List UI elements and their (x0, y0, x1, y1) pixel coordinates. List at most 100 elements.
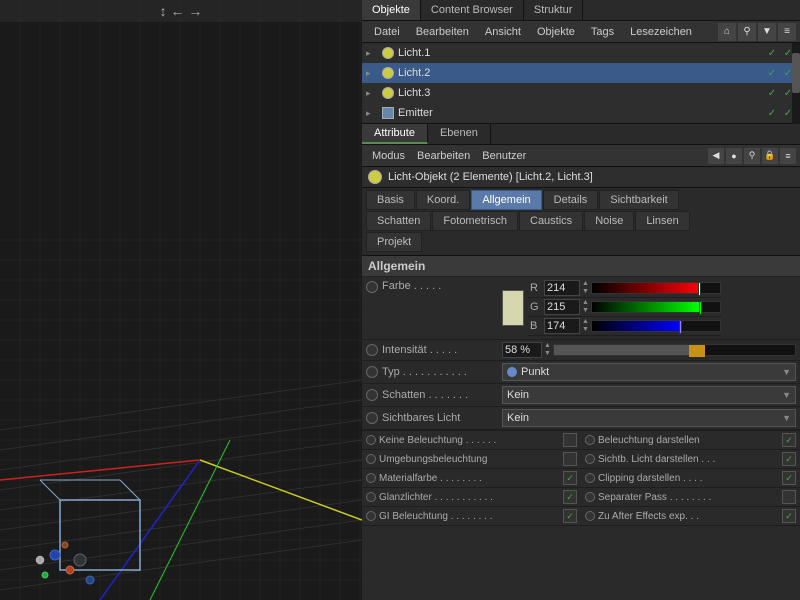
attr-icon-back[interactable]: ◀ (708, 148, 724, 164)
menu-lesezeichen[interactable]: Lesezeichen (622, 25, 700, 39)
obj-check-1[interactable]: ✓ (764, 45, 780, 61)
cb-check-2[interactable] (563, 452, 577, 466)
cb-check-1[interactable]: ✓ (782, 433, 796, 447)
cb-dot-2 (366, 454, 376, 464)
g-down-arrow[interactable]: ▼ (582, 307, 589, 315)
prop-tab-linsen[interactable]: Linsen (635, 211, 689, 231)
expand-icon-2: ▸ (366, 68, 378, 79)
prop-tab-allgemein[interactable]: Allgemein (471, 190, 541, 210)
b-up-arrow[interactable]: ▲ (582, 318, 589, 326)
schatten-dropdown[interactable]: Kein ▼ (502, 386, 796, 404)
r-down-arrow[interactable]: ▼ (582, 288, 589, 296)
cb-check-4[interactable]: ✓ (563, 471, 577, 485)
object-row-licht3[interactable]: ▸ Licht.3 ✓ ✓ (362, 83, 800, 103)
g-up-arrow[interactable]: ▲ (582, 299, 589, 307)
menu-tags[interactable]: Tags (583, 25, 622, 39)
b-input[interactable] (544, 318, 580, 334)
cb-dot-4 (366, 473, 376, 483)
scrollbar-thumb-objects[interactable] (792, 53, 800, 93)
menu-objekte[interactable]: Objekte (529, 25, 583, 39)
b-down-arrow[interactable]: ▼ (582, 326, 589, 334)
checkbox-clipping: Clipping darstellen . . . . ✓ (581, 469, 800, 488)
checkbox-beleuchtung-darstellen: Beleuchtung darstellen ✓ (581, 431, 800, 450)
attr-icon-menu[interactable]: ≡ (780, 148, 796, 164)
tab-objekte[interactable]: Objekte (362, 0, 421, 20)
cb-check-7[interactable] (782, 490, 796, 504)
cb-check-9[interactable]: ✓ (782, 509, 796, 523)
obj-check-3[interactable]: ✓ (764, 85, 780, 101)
intensity-down[interactable]: ▼ (544, 350, 551, 358)
attr-bearbeiten[interactable]: Bearbeiten (411, 149, 476, 163)
light-header: Licht-Objekt (2 Elemente) [Licht.2, Lich… (362, 167, 800, 188)
intensity-input[interactable] (502, 342, 542, 358)
menu-icon-filter[interactable]: ▼ (758, 23, 776, 41)
object-row-licht2[interactable]: ▸ Licht.2 ✓ ✓ (362, 63, 800, 83)
tab-attribute[interactable]: Attribute (362, 124, 428, 144)
prop-tab-details[interactable]: Details (543, 190, 599, 210)
attr-benutzer[interactable]: Benutzer (476, 149, 532, 163)
rgb-b-row: B ▲ ▼ (528, 317, 721, 336)
sichtbares-licht-dropdown[interactable]: Kein ▼ (502, 409, 796, 427)
farbe-row: Farbe . . . . . R ▲ (362, 277, 800, 340)
cb-dot-0 (366, 435, 376, 445)
r-slider[interactable] (591, 282, 721, 294)
intensity-slider[interactable] (553, 344, 796, 356)
schatten-label: Schatten . . . . . . . (382, 389, 502, 401)
obj-check-emitter[interactable]: ✓ (764, 105, 780, 121)
intensity-row: Intensität . . . . . ▲ ▼ (362, 340, 800, 361)
tab-ebenen[interactable]: Ebenen (428, 124, 491, 144)
color-swatch[interactable] (502, 290, 524, 326)
cb-check-8[interactable]: ✓ (563, 509, 577, 523)
rgb-r-row: R ▲ ▼ (528, 279, 721, 298)
checkbox-section: Keine Beleuchtung . . . . . . Beleuchtun… (362, 430, 800, 526)
viewport[interactable]: ↕ ← → (0, 0, 362, 600)
cb-check-6[interactable]: ✓ (563, 490, 577, 504)
menu-datei[interactable]: Datei (366, 25, 408, 39)
menu-bearbeiten[interactable]: Bearbeiten (408, 25, 477, 39)
attr-icon-record[interactable]: ● (726, 148, 742, 164)
prop-tab-basis[interactable]: Basis (366, 190, 415, 210)
g-input[interactable] (544, 299, 580, 315)
viewport-nav[interactable]: ↕ ← → (160, 3, 203, 19)
attribute-tabs: Attribute Ebenen (362, 124, 800, 145)
menu-icon-home[interactable]: ⌂ (718, 23, 736, 41)
menu-ansicht[interactable]: Ansicht (477, 25, 529, 39)
scrollbar-objects[interactable] (792, 43, 800, 124)
menu-icon-search[interactable]: ⚲ (738, 23, 756, 41)
r-input[interactable] (544, 280, 580, 296)
cb-label-3: Sichtb. Licht darstellen . . . (598, 454, 782, 465)
g-slider[interactable] (591, 301, 721, 313)
schatten-value: Kein (507, 389, 782, 401)
cb-check-0[interactable] (563, 433, 577, 447)
intensity-up[interactable]: ▲ (544, 342, 551, 350)
prop-tab-koord[interactable]: Koord. (416, 190, 470, 210)
prop-tab-noise[interactable]: Noise (584, 211, 634, 231)
attr-icon-lock[interactable]: 🔒 (762, 148, 778, 164)
prop-tab-fotometrisch[interactable]: Fotometrisch (432, 211, 518, 231)
typ-arrow-icon: ▼ (782, 367, 791, 377)
light-icon-1 (380, 45, 396, 61)
attr-modus[interactable]: Modus (366, 149, 411, 163)
cb-check-3[interactable]: ✓ (782, 452, 796, 466)
object-row-licht1[interactable]: ▸ Licht.1 ✓ ✓ (362, 43, 800, 63)
tab-content-browser[interactable]: Content Browser (421, 0, 524, 20)
checkbox-umgebungsbeleuchtung: Umgebungsbeleuchtung (362, 450, 581, 469)
prop-tab-caustics[interactable]: Caustics (519, 211, 583, 231)
cb-label-0: Keine Beleuchtung . . . . . . (379, 435, 563, 446)
obj-check-2[interactable]: ✓ (764, 65, 780, 81)
prop-tab-sichtbarkeit[interactable]: Sichtbarkeit (599, 190, 678, 210)
typ-dropdown[interactable]: Punkt ▼ (502, 363, 796, 381)
prop-tab-schatten[interactable]: Schatten (366, 211, 431, 231)
tab-struktur[interactable]: Struktur (524, 0, 584, 20)
prop-tab-projekt[interactable]: Projekt (366, 232, 422, 252)
schatten-arrow-icon: ▼ (782, 390, 791, 400)
attr-icon-search[interactable]: ⚲ (744, 148, 760, 164)
object-row-emitter[interactable]: ▸ Emitter ✓ ✓ (362, 103, 800, 123)
menu-icon-settings[interactable]: ≡ (778, 23, 796, 41)
sichtbares-licht-label: Sichtbares Licht (382, 412, 502, 424)
light-header-text: Licht-Objekt (2 Elemente) [Licht.2, Lich… (388, 171, 593, 183)
farbe-value-area: R ▲ ▼ (502, 279, 721, 337)
r-up-arrow[interactable]: ▲ (582, 280, 589, 288)
b-slider[interactable] (591, 320, 721, 332)
cb-check-5[interactable]: ✓ (782, 471, 796, 485)
